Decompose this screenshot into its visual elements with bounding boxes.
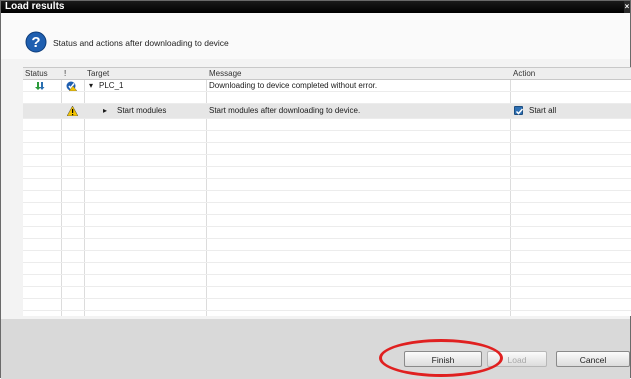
button-bar	[1, 319, 630, 379]
load-results-dialog: Load results × ? Status and actions afte…	[0, 0, 631, 379]
table-row	[23, 179, 631, 191]
close-icon[interactable]: ×	[624, 1, 630, 13]
cancel-button[interactable]: Cancel	[556, 351, 630, 367]
header-text: Status and actions after downloading to …	[53, 38, 229, 48]
finish-highlight-ellipse	[379, 339, 503, 377]
table-row	[23, 131, 631, 143]
row-message: Downloading to device completed without …	[209, 81, 378, 90]
svg-text:?: ?	[31, 34, 40, 51]
column-header-alert[interactable]: !	[64, 69, 66, 78]
question-icon: ?	[25, 31, 47, 53]
row-target: PLC_1	[99, 81, 124, 90]
table-row	[23, 275, 631, 287]
table-row	[23, 299, 631, 311]
table-row	[23, 92, 631, 104]
table-row[interactable]: ▾ PLC_1 Downloading to device completed …	[23, 80, 631, 92]
dialog-title: Load results	[5, 1, 65, 12]
title-bar: Load results ×	[1, 1, 630, 13]
header-area	[1, 13, 630, 59]
start-all-checkbox[interactable]	[514, 106, 524, 115]
row-target: Start modules	[117, 106, 167, 115]
table-row	[23, 263, 631, 275]
table-row	[23, 203, 631, 215]
table-row	[23, 143, 631, 155]
column-header-target[interactable]: Target	[87, 69, 109, 78]
row-message: Start modules after downloading to devic…	[209, 106, 361, 115]
grid-header: Status ! Target Message Action	[23, 68, 631, 80]
table-row	[23, 287, 631, 299]
table-row	[23, 239, 631, 251]
table-row	[23, 251, 631, 263]
download-arrow-icon	[35, 82, 45, 90]
table-row	[23, 227, 631, 239]
checkmark-icon	[515, 108, 524, 115]
table-row	[23, 215, 631, 227]
expand-toggle-icon[interactable]: ▾	[89, 81, 93, 90]
plc-warning-icon	[66, 81, 77, 91]
table-row	[23, 167, 631, 179]
table-row	[23, 155, 631, 167]
table-row[interactable]: ▸ Start modules Start modules after down…	[23, 104, 631, 119]
results-grid: Status ! Target Message Action ▾ PLC_1 D…	[23, 67, 631, 316]
table-row	[23, 119, 631, 131]
column-header-action[interactable]: Action	[513, 69, 535, 78]
table-row	[23, 191, 631, 203]
expand-toggle-icon[interactable]: ▸	[103, 106, 107, 115]
column-header-status[interactable]: Status	[25, 69, 48, 78]
start-all-label: Start all	[529, 106, 557, 115]
column-header-message[interactable]: Message	[209, 69, 241, 78]
warning-icon	[67, 106, 78, 116]
